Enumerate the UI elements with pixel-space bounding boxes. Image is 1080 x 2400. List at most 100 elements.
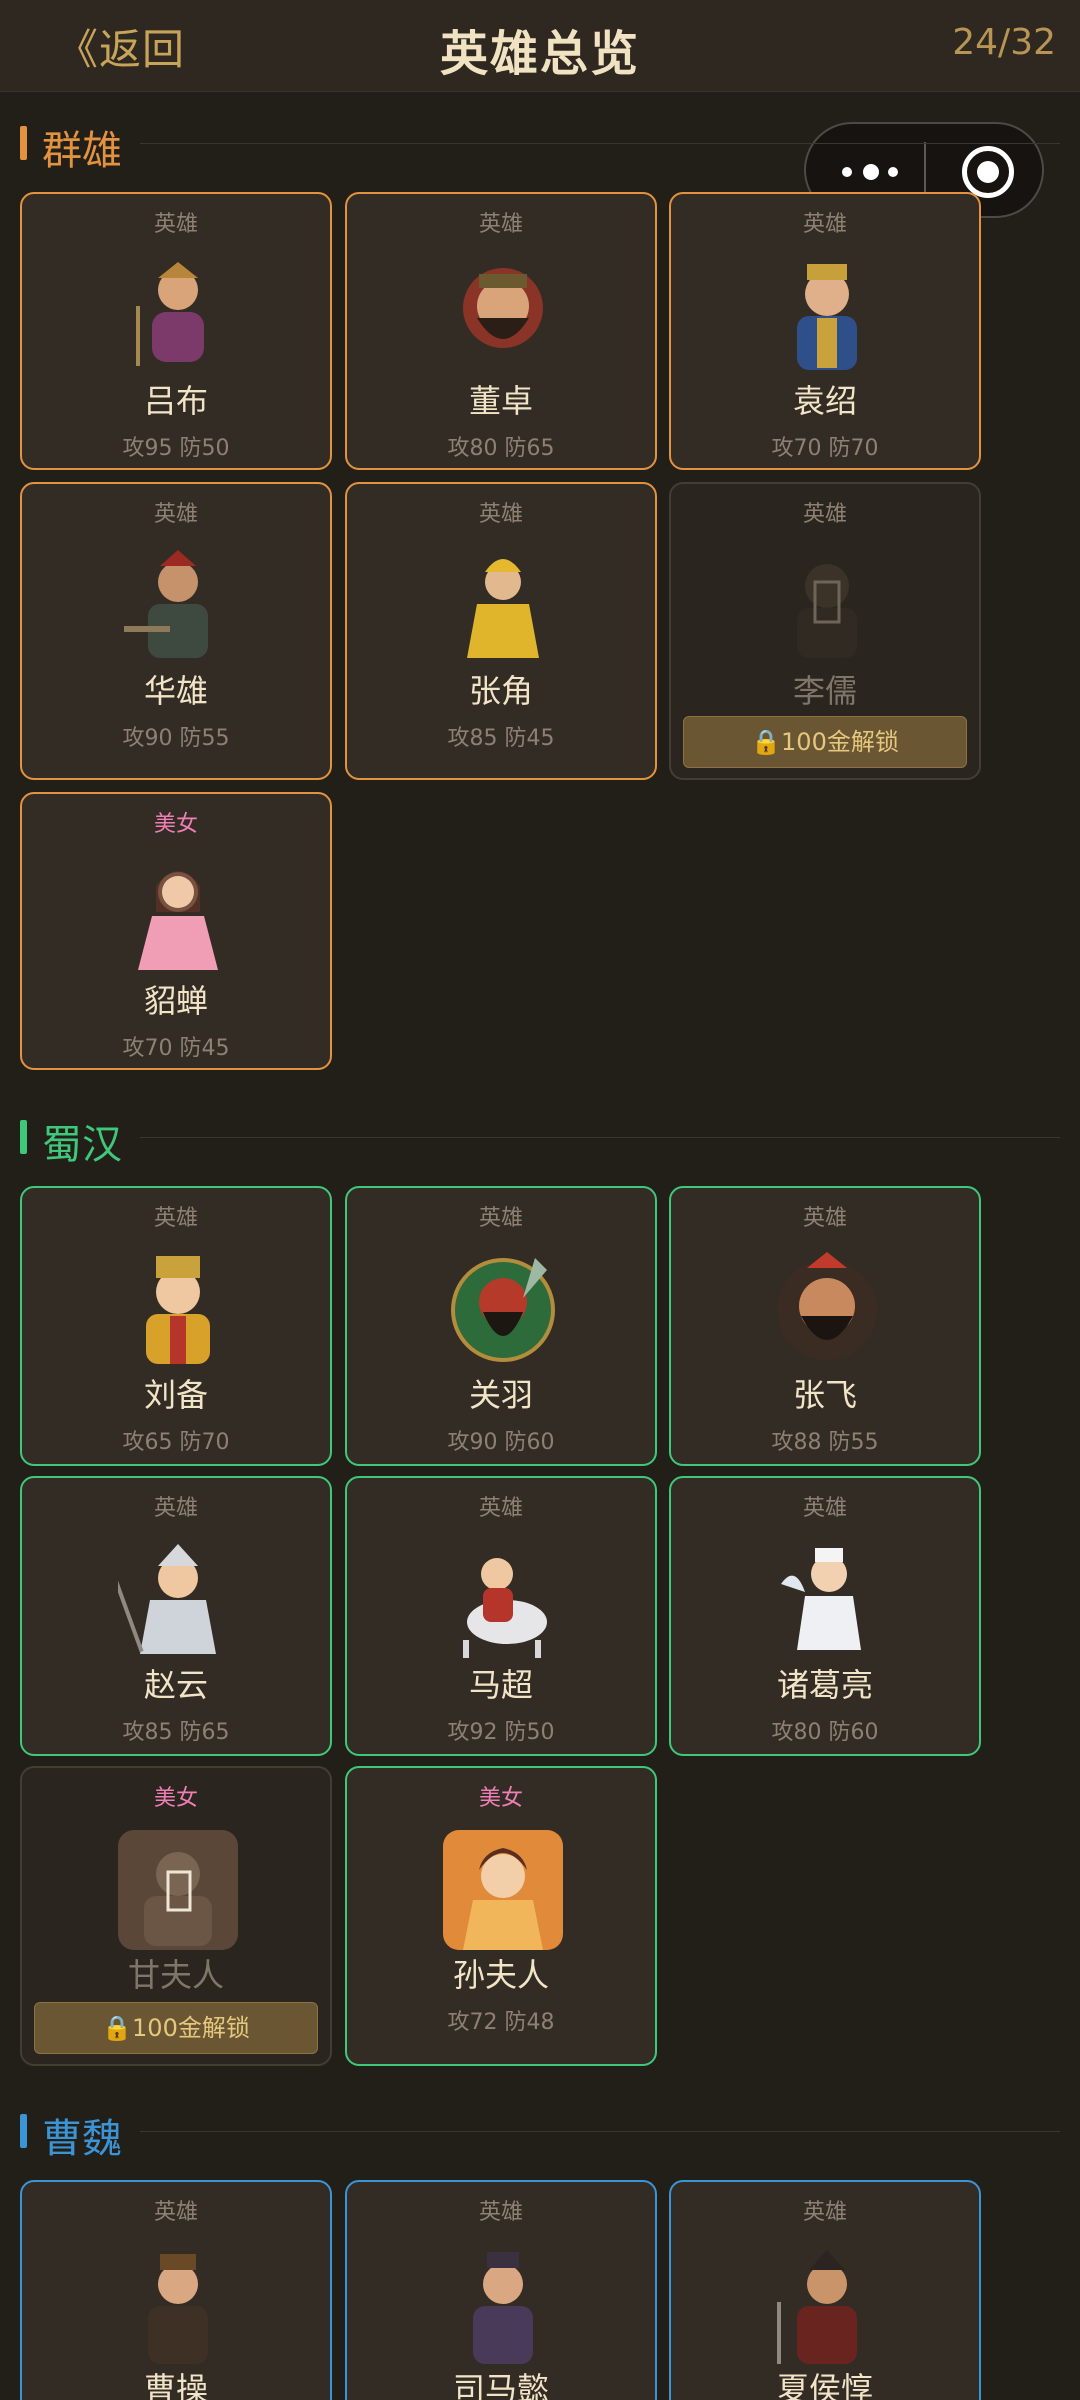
hero-type-tag: 英雄 [802, 1206, 847, 1231]
divider [140, 2131, 1060, 2132]
hero-card-sunfuren[interactable]: 美女 孙夫人 攻72 防48 [345, 1766, 657, 2066]
hero-name: 赵云 [143, 1666, 208, 1704]
hero-card-caocao[interactable]: 英雄 曹操 [20, 2180, 332, 2400]
hero-portrait [118, 546, 238, 666]
hero-type-tag: 英雄 [478, 1206, 523, 1231]
hero-name: 董卓 [468, 382, 533, 420]
section-accent-bar [20, 126, 27, 160]
hero-portrait [118, 1830, 238, 1950]
beauty-type-tag: 美女 [153, 812, 198, 837]
hero-card-liubei[interactable]: 英雄 刘备 攻65 防70 [20, 1186, 332, 1466]
hero-card-yuanshao[interactable]: 英雄 袁绍 攻70 防70 [669, 192, 981, 470]
hero-portrait [118, 1250, 238, 1370]
hero-name: 张飞 [792, 1376, 857, 1414]
hero-stats: 攻80 防60 [771, 1720, 879, 1745]
hero-card-guanyu[interactable]: 英雄 关羽 攻90 防60 [345, 1186, 657, 1466]
beauty-type-tag: 美女 [478, 1786, 523, 1811]
top-bar: 《返回 英雄总览 24/32 [0, 0, 1080, 92]
hero-type-tag: 英雄 [802, 2200, 847, 2225]
hero-name: 孙夫人 [452, 1956, 549, 1994]
hero-portrait [443, 1540, 563, 1660]
hero-stats: 攻65 防70 [122, 1430, 230, 1455]
unlock-button[interactable]: 🔒100金解锁 [34, 2002, 318, 2054]
hero-name: 夏侯惇 [776, 2370, 873, 2400]
hero-name: 袁绍 [792, 382, 857, 420]
hero-stats: 攻90 防55 [122, 726, 230, 751]
hero-name: 曹操 [143, 2370, 208, 2400]
hero-portrait [443, 546, 563, 666]
hero-name: 貂蝉 [143, 982, 208, 1020]
hero-card-simayi[interactable]: 英雄 司马懿 [345, 2180, 657, 2400]
hero-type-tag: 英雄 [802, 212, 847, 237]
hero-stats: 攻80 防65 [447, 436, 555, 461]
hero-stats: 攻90 防60 [447, 1430, 555, 1455]
hero-card-dongzhuo[interactable]: 英雄 董卓 攻80 防65 [345, 192, 657, 470]
section-title: 曹魏 [42, 2116, 122, 2162]
hero-card-zhaoyun[interactable]: 英雄 赵云 攻85 防65 [20, 1476, 332, 1756]
hero-stats: 攻70 防45 [122, 1036, 230, 1061]
divider [140, 1137, 1060, 1138]
hero-type-tag: 英雄 [802, 502, 847, 527]
hero-name: 诸葛亮 [776, 1666, 873, 1704]
hero-name: 张角 [468, 672, 533, 710]
section-accent-bar [20, 2114, 27, 2148]
hero-portrait [767, 2244, 887, 2364]
hero-type-tag: 英雄 [153, 1206, 198, 1231]
hero-name: 李儒 [792, 672, 857, 710]
hero-name: 甘夫人 [127, 1956, 224, 1994]
hero-stats: 攻88 防55 [771, 1430, 879, 1455]
unlock-button[interactable]: 🔒100金解锁 [683, 716, 967, 768]
hero-name: 刘备 [143, 1376, 208, 1414]
hero-card-zhangfei[interactable]: 英雄 张飞 攻88 防55 [669, 1186, 981, 1466]
hero-portrait [118, 2244, 238, 2364]
hero-portrait [118, 256, 238, 376]
section-header-caowei: 曹魏 [20, 2106, 1060, 2162]
hero-card-lvbu[interactable]: 英雄 吕布 攻95 防50 [20, 192, 332, 470]
hero-type-tag: 英雄 [478, 2200, 523, 2225]
hero-portrait [118, 1540, 238, 1660]
hero-type-tag: 英雄 [802, 1496, 847, 1521]
hero-card-huaxiong[interactable]: 英雄 华雄 攻90 防55 [20, 482, 332, 780]
hero-portrait [767, 1250, 887, 1370]
hero-count: 24/32 [952, 22, 1056, 63]
hero-portrait [443, 1830, 563, 1950]
hero-portrait [443, 1250, 563, 1370]
hero-portrait [443, 2244, 563, 2364]
divider [140, 143, 1060, 144]
hero-stats: 攻95 防50 [122, 436, 230, 461]
hero-card-zhugeliang[interactable]: 英雄 诸葛亮 攻80 防60 [669, 1476, 981, 1756]
hero-stats: 攻85 防45 [447, 726, 555, 751]
hero-stats: 攻72 防48 [447, 2010, 555, 2035]
hero-type-tag: 英雄 [153, 1496, 198, 1521]
section-header-qunxiong: 群雄 [20, 118, 1060, 174]
hero-portrait [767, 1540, 887, 1660]
hero-card-xiahoudun[interactable]: 英雄 夏侯惇 [669, 2180, 981, 2400]
hero-stats: 攻92 防50 [447, 1720, 555, 1745]
section-title: 群雄 [42, 128, 122, 174]
hero-name: 司马懿 [452, 2370, 549, 2400]
hero-name: 吕布 [143, 382, 208, 420]
hero-portrait [443, 256, 563, 376]
hero-type-tag: 英雄 [153, 212, 198, 237]
hero-card-liru-locked[interactable]: 英雄 李儒 🔒100金解锁 [669, 482, 981, 780]
hero-portrait [767, 256, 887, 376]
hero-card-machao[interactable]: 英雄 马超 攻92 防50 [345, 1476, 657, 1756]
hero-type-tag: 英雄 [478, 1496, 523, 1521]
hero-type-tag: 英雄 [153, 502, 198, 527]
hero-name: 关羽 [468, 1376, 533, 1414]
section-title: 蜀汉 [42, 1122, 122, 1168]
hero-stats: 攻85 防65 [122, 1720, 230, 1745]
hero-portrait [767, 546, 887, 666]
hero-card-ganfuren-locked[interactable]: 美女 甘夫人 🔒100金解锁 [20, 1766, 332, 2066]
hero-type-tag: 英雄 [153, 2200, 198, 2225]
beauty-type-tag: 美女 [153, 1786, 198, 1811]
section-accent-bar [20, 1120, 27, 1154]
hero-type-tag: 英雄 [478, 502, 523, 527]
hero-portrait [118, 856, 238, 976]
hero-card-zhangjiao[interactable]: 英雄 张角 攻85 防45 [345, 482, 657, 780]
page-title: 英雄总览 [439, 26, 640, 82]
hero-type-tag: 英雄 [478, 212, 523, 237]
hero-name: 华雄 [143, 672, 208, 710]
hero-card-diaochan[interactable]: 美女 貂蝉 攻70 防45 [20, 792, 332, 1070]
section-header-shuhan: 蜀汉 [20, 1112, 1060, 1168]
